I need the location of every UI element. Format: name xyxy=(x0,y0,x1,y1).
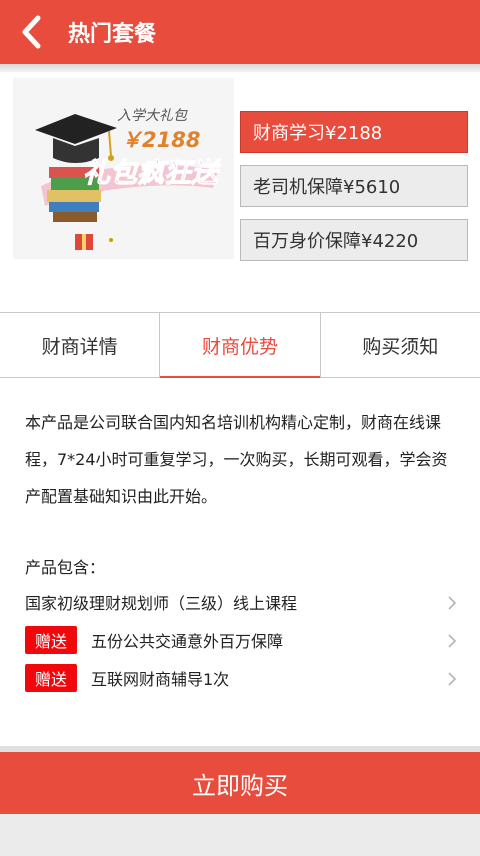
includes-title: 产品包含： xyxy=(25,558,106,577)
promo-text: 入学大礼包 xyxy=(117,108,188,124)
gift-badge: 赠送 xyxy=(25,626,77,654)
chevron-right-icon xyxy=(448,596,457,610)
chevron-left-icon xyxy=(22,15,41,49)
header-divider xyxy=(0,64,480,72)
include-item-text: 国家初级理财规划师（三级）线上课程 xyxy=(25,594,298,613)
include-item[interactable]: 国家初级理财规划师（三级）线上课程 xyxy=(25,583,465,621)
include-item-text: 五份公共交通意外百万保障 xyxy=(91,632,284,651)
tab-1[interactable]: 财商详情 xyxy=(0,313,159,377)
product-image: 入学大礼包 ￥2188 礼包疯狂送 xyxy=(13,78,234,259)
page-title: 热门套餐 xyxy=(68,22,157,47)
include-item[interactable]: 赠送 互联网财商辅导1次 xyxy=(25,659,465,697)
package-option[interactable]: 财商学习¥2188 xyxy=(240,111,468,153)
tab-2[interactable]: 财商优势 xyxy=(159,313,320,378)
back-button[interactable] xyxy=(0,0,64,64)
package-list: 财商学习¥2188 老司机保障¥5610 百万身价保障¥4220 xyxy=(240,111,468,273)
gift-badge: 赠送 xyxy=(25,664,77,692)
include-item-text: 互联网财商辅导1次 xyxy=(91,670,230,689)
include-list: 国家初级理财规划师（三级）线上课程 赠送 五份公共交通意外百万保障 赠送 互联网财商辅导… xyxy=(25,583,465,697)
package-option[interactable]: 百万身价保障¥4220 xyxy=(240,219,468,261)
include-item[interactable]: 赠送 五份公共交通意外百万保障 xyxy=(25,621,465,659)
gift-package-illustration: 入学大礼包 ￥2188 礼包疯狂送 xyxy=(13,78,234,259)
buy-now-button[interactable]: 立即购买 xyxy=(0,752,480,814)
footer-area xyxy=(0,814,480,856)
chevron-right-icon xyxy=(448,634,457,648)
detail-tabs: 财商详情 财商优势 购买须知 xyxy=(0,312,480,378)
package-option[interactable]: 老司机保障¥5610 xyxy=(240,165,468,207)
chevron-right-icon xyxy=(448,672,457,686)
promo-slogan: 礼包疯狂送 xyxy=(83,158,221,189)
product-description: 本产品是公司联合国内知名培训机构精心定制，财商在线课程，7*24小时可重复学习，… xyxy=(25,413,448,506)
tab-3[interactable]: 购买须知 xyxy=(319,313,480,377)
app-header: 热门套餐 xyxy=(0,0,480,64)
promo-price: ￥2188 xyxy=(121,128,200,152)
